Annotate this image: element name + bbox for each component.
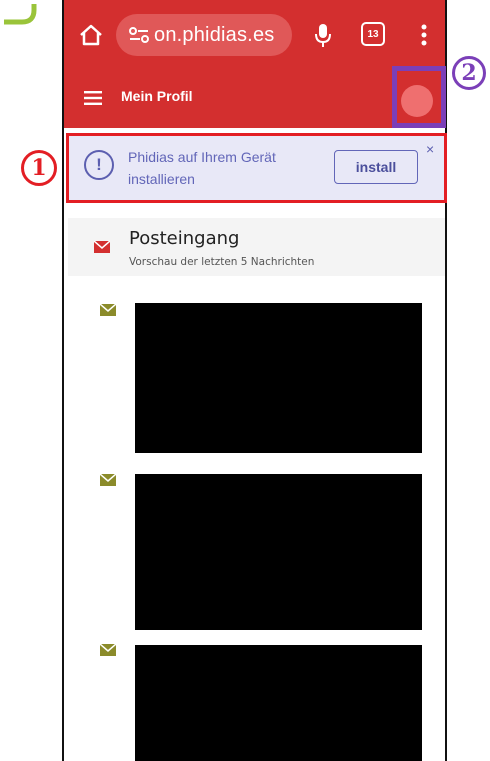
scrollbar[interactable] [445, 218, 447, 258]
message-envelope-icon [100, 644, 116, 656]
home-icon[interactable] [78, 22, 104, 48]
tabs-count-button[interactable]: 13 [361, 22, 385, 46]
inbox-subtitle: Vorschau der letzten 5 Nachrichten [129, 256, 315, 268]
url-text: on.phidias.es [154, 23, 275, 46]
microphone-icon[interactable] [312, 22, 334, 48]
inbox-header[interactable]: Posteingang Vorschau der letzten 5 Nachr… [68, 218, 445, 276]
annotation-box-2 [392, 66, 446, 128]
message-envelope-icon [100, 474, 116, 486]
envelope-icon [94, 241, 110, 253]
address-bar[interactable]: on.phidias.es [116, 14, 292, 56]
site-settings-icon[interactable] [128, 26, 150, 44]
logo-fragment [4, 4, 37, 25]
more-options-icon[interactable] [420, 22, 428, 48]
message-preview[interactable] [135, 645, 422, 761]
message-envelope-icon [100, 304, 116, 316]
phone-screen: on.phidias.es 13 Mein Profil ! Phidias a… [62, 0, 447, 761]
message-preview[interactable] [135, 303, 422, 453]
annotation-marker-2: 2 [452, 56, 486, 90]
annotation-marker-1: 1 [21, 150, 57, 186]
message-preview[interactable] [135, 474, 422, 630]
browser-toolbar: on.phidias.es 13 [64, 0, 445, 70]
tabs-count: 13 [367, 28, 379, 40]
page: on.phidias.es 13 Mein Profil ! Phidias a… [0, 0, 490, 761]
annotation-box-1 [66, 133, 447, 203]
menu-icon[interactable] [84, 91, 102, 105]
app-header: Mein Profil [64, 70, 445, 128]
page-title: Mein Profil [121, 88, 193, 104]
inbox-title: Posteingang [129, 228, 240, 249]
